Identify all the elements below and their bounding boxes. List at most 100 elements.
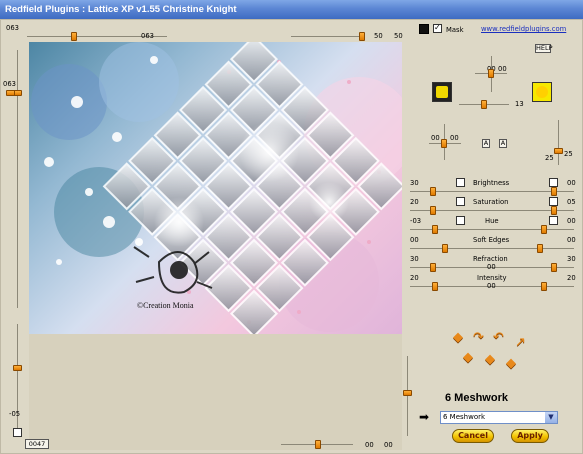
- param-label: Brightness: [473, 179, 510, 187]
- align-a-button[interactable]: A: [482, 139, 490, 148]
- top-right-value-2: 50: [394, 32, 403, 40]
- param-right-value: 00: [567, 179, 576, 187]
- param-label: Intensity: [477, 274, 507, 282]
- preview-image[interactable]: ©Creation Monia: [29, 42, 402, 334]
- param-slider-left-thumb[interactable]: [432, 282, 438, 291]
- param-right-value: 30: [567, 255, 576, 263]
- light-pad-thumb[interactable]: [488, 69, 494, 78]
- right-lower-slider-track[interactable]: [407, 356, 408, 436]
- preview-watermark: ©Creation Monia: [137, 301, 194, 310]
- preset-selected: 6 Meshwork: [443, 413, 486, 421]
- param-left-value: 30: [410, 179, 419, 187]
- preset-pointer-arrow-icon: ➡: [419, 410, 430, 424]
- left-bottom-value: -05: [9, 410, 21, 418]
- preset-heading: 6 Meshwork: [445, 392, 508, 404]
- top-slider-thumb[interactable]: [71, 32, 77, 41]
- left-lower-slider-track[interactable]: [17, 324, 18, 436]
- offset-value-b: 25: [564, 150, 573, 158]
- title-bar: Redfield Plugins : Lattice XP v1.55 Chri…: [0, 0, 583, 19]
- offset-pad-thumb[interactable]: [441, 139, 447, 148]
- param-slider-right-thumb[interactable]: [551, 206, 557, 215]
- param-slider-right-thumb[interactable]: [537, 244, 543, 253]
- left-lower-slider-thumb[interactable]: [13, 365, 22, 371]
- param-right-checkbox[interactable]: [549, 178, 558, 187]
- param-slider-left-thumb[interactable]: [430, 263, 436, 272]
- param-slider-track[interactable]: [410, 248, 574, 249]
- param-slider-left-thumb[interactable]: [432, 225, 438, 234]
- rotate-arrow-icon[interactable]: ↷: [473, 331, 484, 344]
- light-pad-v2: 00: [498, 65, 507, 73]
- param-slider-right-thumb[interactable]: [541, 282, 547, 291]
- mask-color-box[interactable]: [419, 24, 429, 34]
- param-slider-left-thumb[interactable]: [442, 244, 448, 253]
- param-center-mark: 00: [487, 282, 496, 290]
- offset-v-thumb[interactable]: [554, 148, 563, 154]
- param-label: Saturation: [473, 198, 509, 206]
- right-lower-slider-thumb[interactable]: [403, 390, 412, 396]
- dice-three-icon[interactable]: ◆: [506, 357, 516, 370]
- left-slider-track[interactable]: [17, 50, 18, 308]
- param-right-value: 20: [567, 274, 576, 282]
- param-label: Soft Edges: [473, 236, 510, 244]
- chevron-down-icon[interactable]: ▼: [545, 412, 557, 423]
- diamond-up-down-icon[interactable]: ◆: [453, 331, 463, 344]
- param-label: Refraction: [473, 255, 508, 263]
- offset-pad-v2: 00: [450, 134, 459, 142]
- left-bottom-checkbox[interactable]: [13, 428, 22, 437]
- mask-checkbox[interactable]: [433, 23, 442, 33]
- param-right-value: 00: [567, 217, 576, 225]
- redfield-link[interactable]: www.redfieldplugins.com: [481, 25, 566, 33]
- coordinate-readout: 0047: [25, 439, 49, 449]
- rotate-back-arrow-icon[interactable]: ↶: [493, 331, 504, 344]
- param-right-value: 00: [567, 236, 576, 244]
- offset-value-a: 25: [545, 154, 554, 162]
- mask-label: Mask: [446, 26, 464, 34]
- bottom-value-1: 00: [365, 441, 374, 449]
- param-left-checkbox[interactable]: [456, 216, 465, 225]
- param-right-checkbox[interactable]: [549, 216, 558, 225]
- dice-two-icon[interactable]: ◆: [463, 351, 473, 364]
- dice-four-icon[interactable]: ◆: [485, 353, 495, 366]
- param-label: Hue: [485, 217, 499, 225]
- window-title: Redfield Plugins : Lattice XP v1.55 Chri…: [5, 4, 237, 15]
- param-left-value: 00: [410, 236, 419, 244]
- param-left-value: 20: [410, 274, 419, 282]
- top-mid-value: 063: [141, 32, 154, 40]
- left-slider-thumb-outer[interactable]: [6, 90, 15, 96]
- light-value-thumb[interactable]: [481, 100, 487, 109]
- preset-dropdown[interactable]: 6 Meshwork ▼: [440, 411, 558, 424]
- light-color-swatch[interactable]: [532, 82, 552, 102]
- param-right-value: 05: [567, 198, 576, 206]
- param-left-checkbox[interactable]: [456, 197, 465, 206]
- apply-button[interactable]: Apply: [511, 429, 549, 443]
- param-center-mark: 00: [487, 263, 496, 271]
- shadow-color-swatch[interactable]: [432, 82, 452, 102]
- param-right-checkbox[interactable]: [549, 197, 558, 206]
- preview-artwork: ©Creation Monia: [31, 42, 402, 334]
- param-slider-right-thumb[interactable]: [551, 187, 557, 196]
- param-slider-right-thumb[interactable]: [541, 225, 547, 234]
- bottom-value-2: 00: [384, 441, 393, 449]
- param-slider-left-thumb[interactable]: [430, 206, 436, 215]
- param-left-value: -03: [410, 217, 422, 225]
- offset-v-track[interactable]: [558, 120, 559, 165]
- align-b-button[interactable]: A: [499, 139, 507, 148]
- top-right-slider-thumb[interactable]: [359, 32, 365, 41]
- top-left-value: 063: [6, 24, 19, 32]
- light-pad-value: 13: [515, 100, 524, 108]
- diagonal-arrow-icon[interactable]: ↗: [515, 336, 526, 349]
- offset-pad-v1: 00: [431, 134, 440, 142]
- cancel-button[interactable]: Cancel: [452, 429, 494, 443]
- param-slider-left-thumb[interactable]: [430, 187, 436, 196]
- help-button[interactable]: HELP: [535, 44, 553, 53]
- param-left-value: 20: [410, 198, 419, 206]
- top-right-value-1: 50: [374, 32, 383, 40]
- top-right-slider-track[interactable]: [291, 36, 363, 37]
- plugin-window: 063 063 50 50 Mask www.redfieldplugins.c…: [0, 19, 583, 454]
- param-left-checkbox[interactable]: [456, 178, 465, 187]
- preview-empty-area: [29, 334, 402, 450]
- left-top-value: 063: [3, 80, 16, 88]
- bottom-slider-thumb[interactable]: [315, 440, 321, 449]
- param-slider-right-thumb[interactable]: [551, 263, 557, 272]
- param-left-value: 30: [410, 255, 419, 263]
